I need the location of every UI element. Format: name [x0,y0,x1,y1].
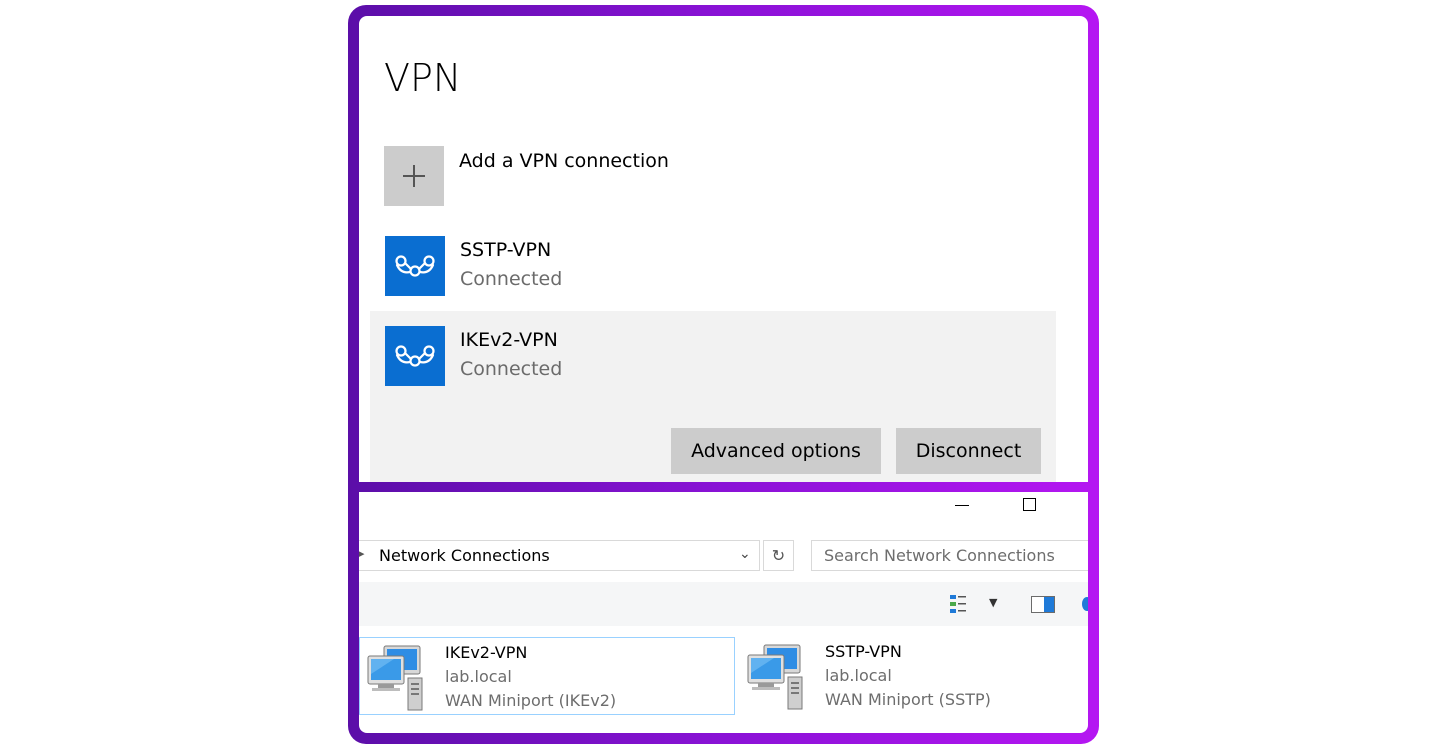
breadcrumb: Network Connections [379,546,550,565]
view-options-dropdown-icon[interactable]: ▼ [989,596,997,609]
vpn-connection-name: SSTP-VPN [460,239,552,261]
vpn-settings-panel: VPN Add a VPN connection SSTP-VPN Connec… [359,16,1088,482]
change-view-icon[interactable] [949,594,971,618]
add-vpn-connection-label: Add a VPN connection [459,150,669,172]
network-computers-icon [364,642,428,712]
vpn-knot-icon [385,236,445,296]
network-computers-icon [744,641,808,711]
vpn-connection-status: Connected [460,358,563,380]
vpn-connection-ikev2-expanded: IKEv2-VPN Connected Advanced options Dis… [370,311,1056,482]
page-title: VPN [384,56,462,100]
vpn-connection-name[interactable]: IKEv2-VPN [460,329,558,351]
connection-name: SSTP-VPN [825,642,902,661]
connection-device: WAN Miniport (SSTP) [825,690,991,709]
maximize-button[interactable] [1023,498,1036,511]
connection-name: IKEv2-VPN [445,643,528,662]
address-bar[interactable]: ▸ Network Connections ⌄ [359,540,760,571]
vpn-connection-status: Connected [460,268,563,290]
connection-device: WAN Miniport (IKEv2) [445,691,617,710]
breadcrumb-arrow-icon[interactable]: ▸ [359,547,365,560]
refresh-icon[interactable]: ↻ [763,540,794,571]
disconnect-button[interactable]: Disconnect [896,428,1041,474]
window-title-bar [359,492,1088,524]
connection-domain: lab.local [445,667,512,686]
command-toolbar: ▼ [359,582,1088,626]
minimize-button[interactable] [955,505,969,506]
help-icon[interactable] [1082,597,1088,611]
search-input[interactable]: Search Network Connections [811,540,1088,571]
connection-domain: lab.local [825,666,892,685]
preview-pane-icon[interactable] [1031,596,1055,613]
search-placeholder: Search Network Connections [824,546,1055,565]
network-connection-sstp[interactable]: SSTP-VPN lab.local WAN Miniport (SSTP) [740,637,1080,713]
vpn-knot-icon [385,326,445,386]
plus-icon [384,146,444,206]
advanced-options-button[interactable]: Advanced options [671,428,881,474]
network-connection-ikev2[interactable]: IKEv2-VPN lab.local WAN Miniport (IKEv2) [359,637,735,715]
network-connections-window: ▸ Network Connections ⌄ ↻ Search Network… [359,492,1088,733]
add-vpn-connection-button[interactable]: Add a VPN connection [384,146,1024,208]
chevron-down-icon[interactable]: ⌄ [739,546,751,562]
